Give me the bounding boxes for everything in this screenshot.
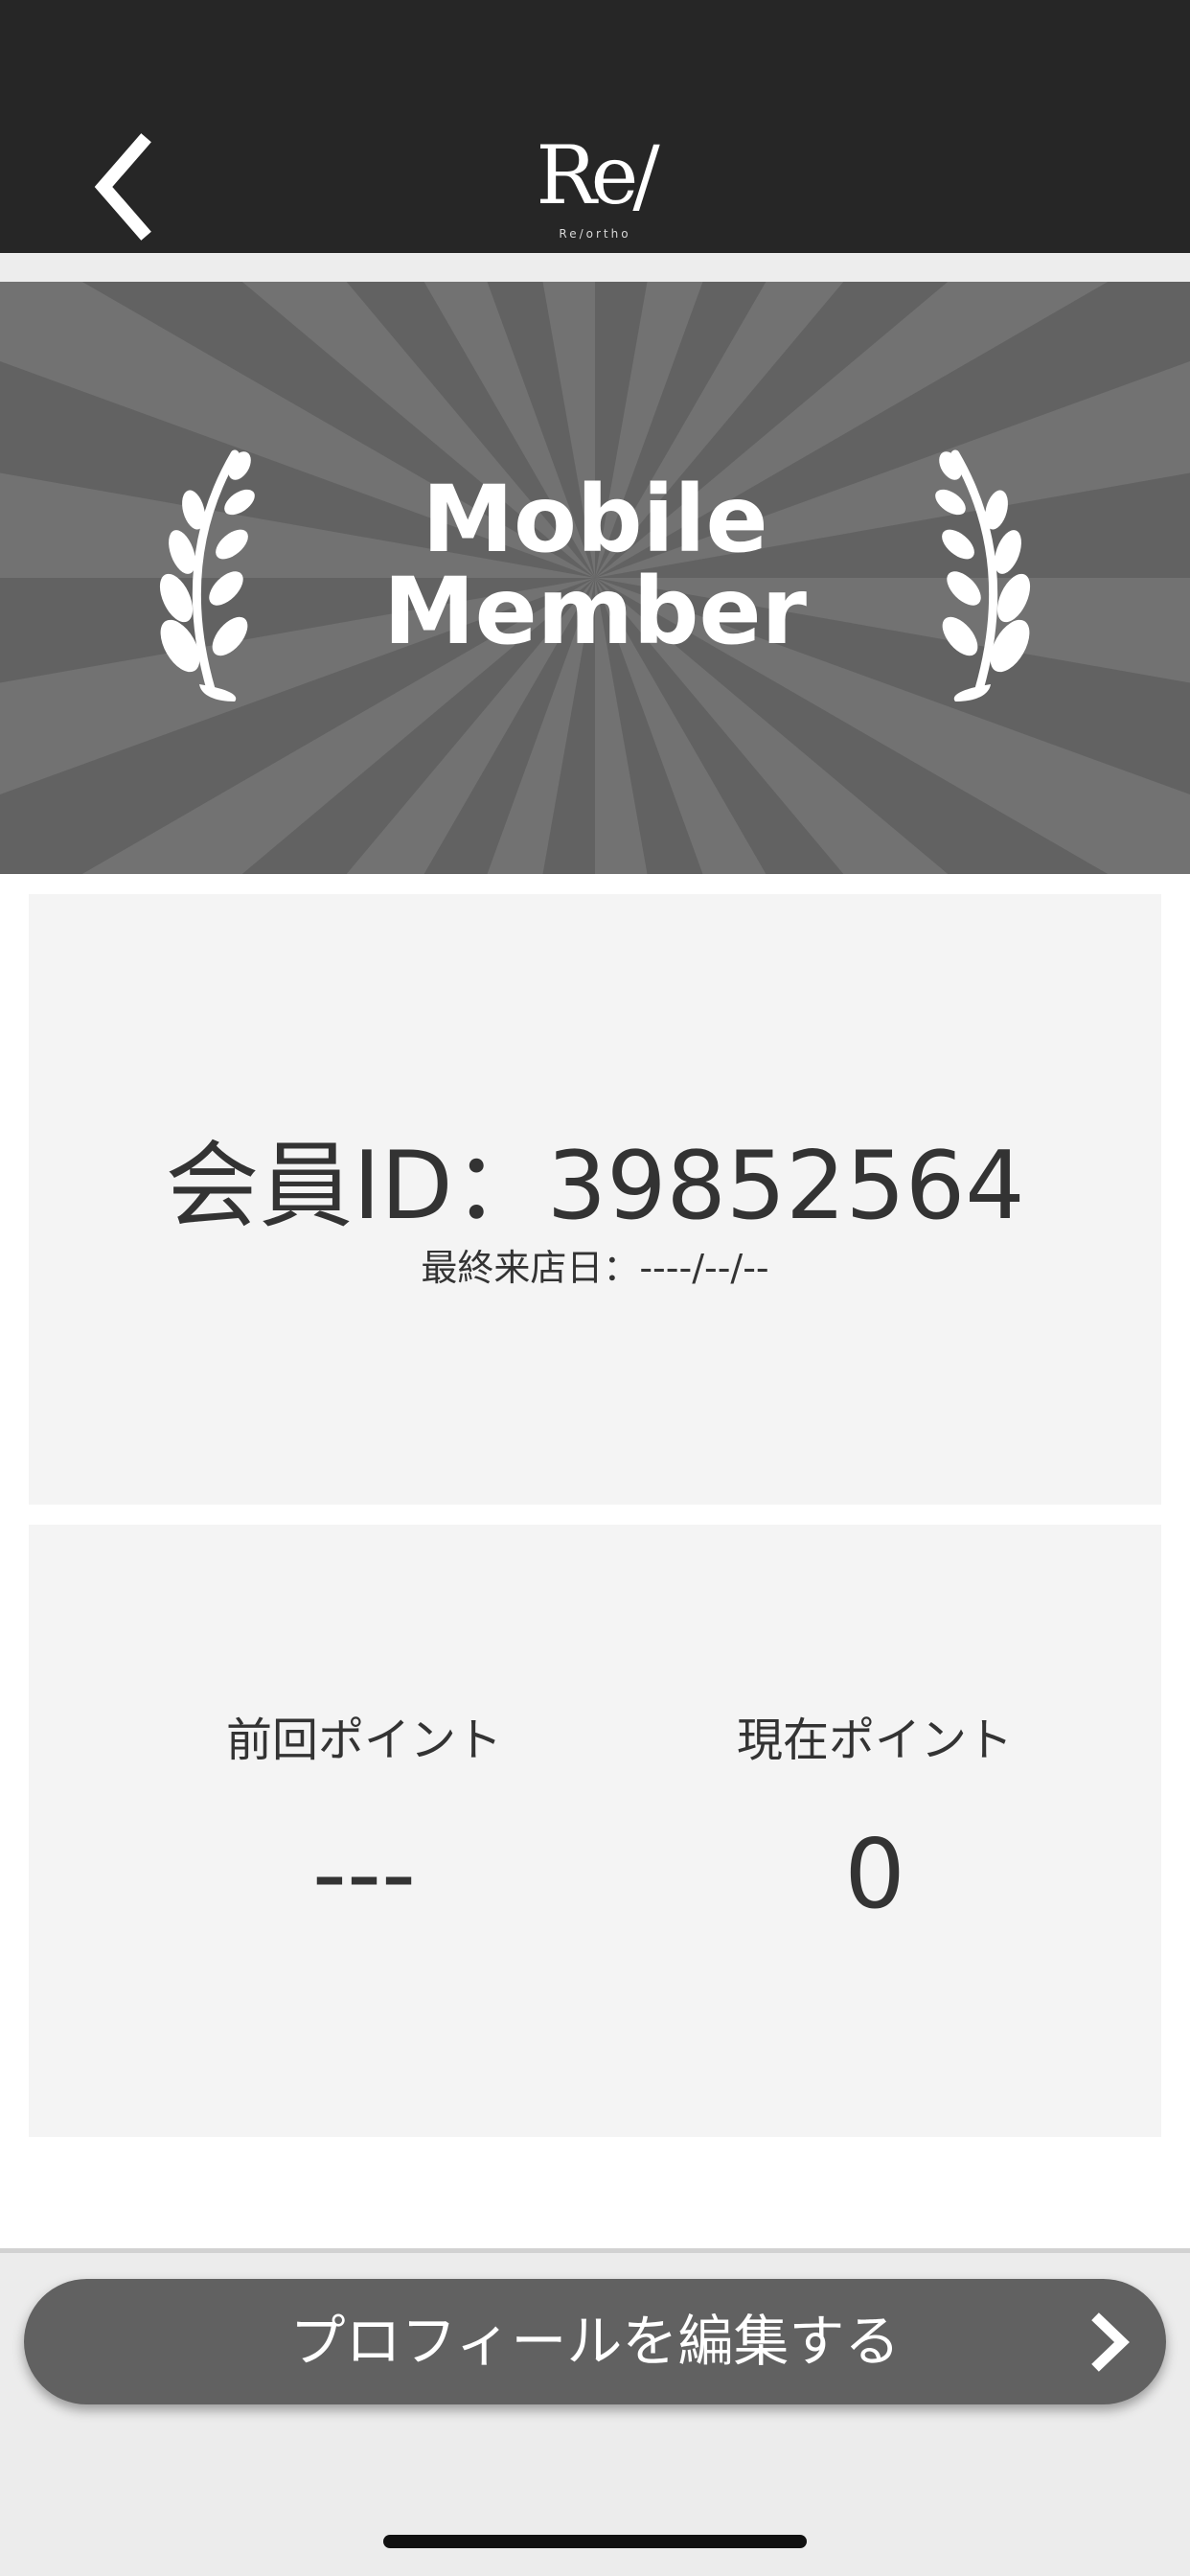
banner-title-line2: Member bbox=[383, 558, 807, 665]
header-divider bbox=[0, 253, 1190, 282]
app-header: Re/ Re/ortho bbox=[0, 0, 1190, 253]
member-id-card: 会員ID：39852564 最終来店日：----/--/-- bbox=[29, 894, 1161, 1505]
member-id-text: 会員ID：39852564 bbox=[165, 1132, 1025, 1241]
edit-profile-button[interactable]: プロフィールを編集する bbox=[24, 2279, 1166, 2404]
edit-profile-label: プロフィールを編集する bbox=[289, 2309, 901, 2374]
banner-title-line1: Mobile bbox=[422, 466, 768, 573]
member-banner: Mobile Member bbox=[0, 282, 1190, 874]
points-card: 前回ポイント --- 現在ポイント 0 bbox=[29, 1525, 1161, 2137]
current-points-value: 0 bbox=[844, 1818, 905, 1930]
previous-points-label: 前回ポイント bbox=[225, 1714, 502, 1767]
logo-subtitle: Re/ortho bbox=[559, 227, 631, 241]
previous-points: 前回ポイント --- bbox=[172, 1712, 556, 1932]
chevron-left-icon bbox=[94, 133, 151, 241]
home-indicator bbox=[383, 2535, 807, 2548]
logo-mark: Re/ bbox=[536, 128, 659, 222]
current-points-label: 現在ポイント bbox=[736, 1714, 1013, 1767]
app-logo: Re/ Re/ortho bbox=[523, 132, 667, 247]
current-points: 現在ポイント 0 bbox=[683, 1712, 1066, 1932]
previous-points-value: --- bbox=[311, 1818, 417, 1930]
laurel-left-icon bbox=[159, 449, 255, 702]
laurel-right-icon bbox=[935, 449, 1031, 702]
banner-title: Mobile Member bbox=[308, 473, 882, 675]
last-visit-date: 最終来店日：----/--/-- bbox=[421, 1247, 769, 1289]
back-button[interactable] bbox=[77, 129, 169, 244]
chevron-right-icon bbox=[1091, 2312, 1130, 2372]
